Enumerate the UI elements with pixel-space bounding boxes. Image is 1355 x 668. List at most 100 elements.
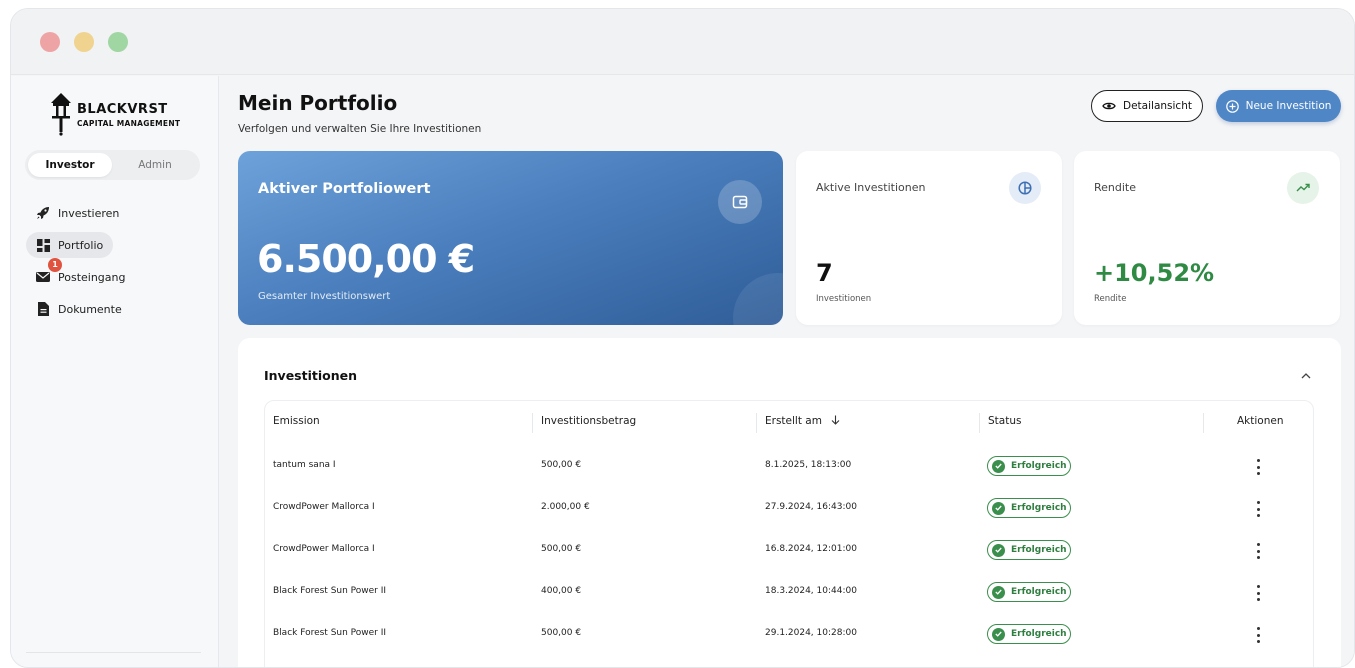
amount-cell: 2.000,00 € <box>541 502 590 512</box>
portfolio-value-caption: Gesamter Investitionswert <box>258 291 391 302</box>
sidebar-item-label: Portfolio <box>58 238 104 252</box>
chevron-up-icon[interactable] <box>1300 370 1312 382</box>
investments-table: Emission Investitionsbetrag Erstellt am … <box>264 400 1314 667</box>
decorative-circle <box>733 273 783 325</box>
new-investment-label: Neue Investition <box>1245 100 1332 112</box>
document-icon <box>36 302 50 316</box>
arrow-down-icon <box>831 415 840 425</box>
more-options-icon[interactable] <box>1255 627 1261 643</box>
plus-circle-icon <box>1225 99 1239 113</box>
new-investment-button[interactable]: Neue Investition <box>1216 90 1341 122</box>
investments-title: Investitionen <box>264 368 357 383</box>
created-cell: 16.8.2024, 12:01:00 <box>765 544 857 554</box>
portfolio-value-title: Aktiver Portfoliowert <box>258 181 431 197</box>
more-options-icon[interactable] <box>1255 501 1261 517</box>
active-investments-value: 7 <box>816 259 833 287</box>
check-circle-icon <box>992 501 1005 515</box>
amount-cell: 500,00 € <box>541 544 582 554</box>
created-cell: 29.1.2024, 10:28:00 <box>765 628 857 638</box>
column-divider <box>532 413 533 433</box>
more-options-icon[interactable] <box>1255 543 1261 559</box>
table-row[interactable]: CrowdPower Mallorca I 500,00 € 16.8.2024… <box>265 531 1313 573</box>
check-circle-icon <box>992 543 1005 557</box>
app-window: BLACKVRST CAPITAL MANAGEMENT Investor Ad… <box>10 8 1355 668</box>
column-header-created[interactable]: Erstellt am <box>765 415 840 427</box>
status-label: Erfolgreich <box>1011 503 1067 513</box>
rocket-icon <box>36 206 50 220</box>
status-badge: Erfolgreich <box>987 540 1071 560</box>
status-label: Erfolgreich <box>1011 587 1067 597</box>
created-cell: 8.1.2025, 18:13:00 <box>765 460 852 470</box>
check-circle-icon <box>992 585 1005 599</box>
created-cell: 27.9.2024, 16:43:00 <box>765 502 857 512</box>
page-subtitle: Verfolgen und verwalten Sie Ihre Investi… <box>238 123 482 135</box>
investments-panel: Investitionen Emission Investitionsbetra… <box>238 338 1341 667</box>
sidebar: BLACKVRST CAPITAL MANAGEMENT Investor Ad… <box>11 76 219 667</box>
column-header-status[interactable]: Status <box>988 415 1021 427</box>
column-header-emission[interactable]: Emission <box>273 415 320 427</box>
rendite-card: Rendite +10,52% Rendite <box>1074 151 1340 325</box>
pie-chart-icon <box>1009 172 1041 204</box>
table-row[interactable]: tantum sana I 500,00 € 8.1.2025, 18:13:0… <box>265 447 1313 489</box>
window-close-button[interactable] <box>40 32 60 52</box>
status-badge: Erfolgreich <box>987 498 1071 518</box>
table-row[interactable]: Black Forest Sun Power II 500,00 € 29.1.… <box>265 615 1313 657</box>
logo-subtitle: CAPITAL MANAGEMENT <box>77 119 181 128</box>
sidebar-item-posteingang[interactable]: 1 Posteingang <box>26 258 136 290</box>
column-divider <box>1203 413 1204 433</box>
amount-cell: 400,00 € <box>541 586 582 596</box>
column-header-amount[interactable]: Investitionsbetrag <box>541 415 636 427</box>
sidebar-item-dokumente[interactable]: Dokumente <box>26 296 132 322</box>
column-header-created-label: Erstellt am <box>765 415 822 427</box>
rendite-label: Rendite <box>1094 181 1137 194</box>
emission-cell: Black Forest Sun Power II <box>273 586 387 596</box>
table-row[interactable]: Black Forest Sun Power II 400,00 € 18.3.… <box>265 573 1313 615</box>
active-investments-card: Aktive Investitionen 7 Investitionen <box>796 151 1062 325</box>
rendite-caption: Rendite <box>1094 294 1127 304</box>
table-header: Emission Investitionsbetrag Erstellt am … <box>265 401 1313 445</box>
table-row[interactable]: CrowdPower Mallorca I 2.000,00 € 27.9.20… <box>265 489 1313 531</box>
rendite-value: +10,52% <box>1094 259 1215 287</box>
amount-cell: 500,00 € <box>541 460 582 470</box>
sidebar-item-label: Posteingang <box>58 270 126 284</box>
window-titlebar <box>11 9 1354 75</box>
sidebar-divider <box>26 652 201 653</box>
role-admin-button[interactable]: Admin <box>113 153 197 177</box>
role-toggle: Investor Admin <box>25 150 200 180</box>
detail-view-button[interactable]: Detailansicht <box>1091 90 1203 122</box>
active-investments-label: Aktive Investitionen <box>816 181 926 194</box>
sidebar-item-label: Investieren <box>58 206 120 220</box>
status-badge: Erfolgreich <box>987 456 1071 476</box>
window-maximize-button[interactable] <box>108 32 128 52</box>
main-content: Mein Portfolio Verfolgen und verwalten S… <box>220 76 1354 667</box>
logo-title: BLACKVRST <box>77 102 168 117</box>
emission-cell: CrowdPower Mallorca I <box>273 544 375 554</box>
sidebar-item-label: Dokumente <box>58 302 122 316</box>
company-logo[interactable]: BLACKVRST CAPITAL MANAGEMENT <box>49 90 189 136</box>
status-label: Erfolgreich <box>1011 545 1067 555</box>
trending-up-icon <box>1287 172 1319 204</box>
portfolio-value-card: Aktiver Portfoliowert 6.500,00 € Gesamte… <box>238 151 783 325</box>
active-investments-caption: Investitionen <box>816 294 872 304</box>
status-badge: Erfolgreich <box>987 582 1071 602</box>
role-investor-button[interactable]: Investor <box>28 153 112 177</box>
mail-icon <box>36 270 50 284</box>
sidebar-item-investieren[interactable]: Investieren <box>26 200 129 226</box>
column-divider <box>979 413 980 433</box>
eye-icon <box>1102 102 1116 110</box>
unread-badge: 1 <box>48 258 62 272</box>
dashboard-icon <box>36 238 50 252</box>
created-cell: 18.3.2024, 10:44:00 <box>765 586 857 596</box>
check-circle-icon <box>992 627 1005 641</box>
sidebar-item-portfolio[interactable]: Portfolio <box>26 232 114 258</box>
amount-cell: 500,00 € <box>541 628 582 638</box>
check-circle-icon <box>992 459 1005 473</box>
logo-tower-icon <box>51 93 71 136</box>
more-options-icon[interactable] <box>1255 585 1261 601</box>
emission-cell: Black Forest Sun Power II <box>273 628 387 638</box>
column-divider <box>756 413 757 433</box>
window-minimize-button[interactable] <box>74 32 94 52</box>
more-options-icon[interactable] <box>1255 459 1261 475</box>
status-label: Erfolgreich <box>1011 461 1067 471</box>
emission-cell: tantum sana I <box>273 460 336 470</box>
